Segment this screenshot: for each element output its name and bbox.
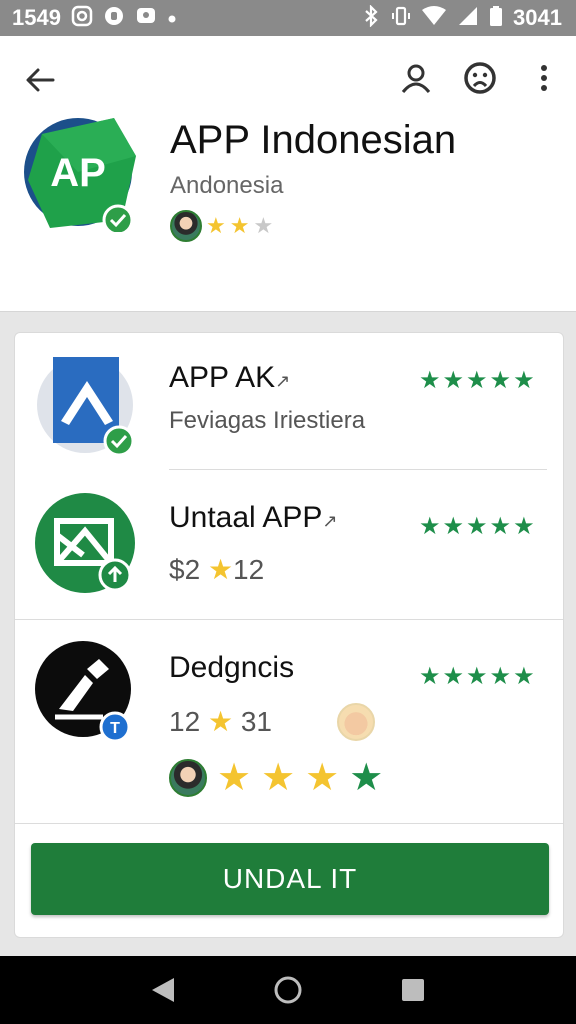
star-icon: ★ <box>419 367 441 394</box>
dedgncis-title: Dedgncis <box>169 651 295 684</box>
star-icon[interactable]: ★ <box>217 759 251 797</box>
star-icon: ★ <box>207 706 234 737</box>
nav-back-button[interactable] <box>145 972 181 1008</box>
star-icon: ★ <box>442 513 465 540</box>
divider <box>15 823 563 824</box>
star-icon: ★ <box>466 367 488 394</box>
untaal-app-rating: ★ ★ ★ ★ ★ <box>419 515 535 539</box>
app-ak-rating: ★ ★ ★ ★ ★ <box>419 369 535 393</box>
signal-icon <box>457 5 479 31</box>
star-icon: ★ <box>489 367 512 394</box>
dedgncis-left-count: 12 <box>169 706 201 737</box>
untaal-app-title: Untaal APP↗ <box>169 501 338 535</box>
install-button[interactable]: UNDAL ІТ <box>31 843 549 915</box>
vibrate-icon <box>391 5 411 31</box>
account-button[interactable] <box>396 58 436 98</box>
dedgncis-user-rating[interactable]: ★ ★ ★ ★ <box>169 759 383 797</box>
nav-home-button[interactable] <box>270 972 306 1008</box>
star-icon: ★ <box>419 663 441 690</box>
chat-icon <box>135 5 157 31</box>
status-bar: 1549 3041 <box>0 0 576 36</box>
untaal-app-icon <box>33 491 137 595</box>
emoji-button[interactable] <box>460 58 500 98</box>
untaal-app-title-suffix: ↗ <box>322 511 338 531</box>
status-time: 1549 <box>12 5 61 30</box>
messenger-icon <box>103 5 125 31</box>
star-icon: ★ <box>207 554 234 585</box>
star-icon: ★ <box>513 367 535 394</box>
bluetooth-icon <box>361 4 381 31</box>
app-header: AP APP Indonesian Andonesia ★ ★ ★ <box>0 36 576 312</box>
user-face-icon <box>337 703 375 741</box>
dedgncis-right-count: 31 <box>240 706 272 737</box>
nav-recents-button[interactable] <box>395 972 431 1008</box>
star-icon: ★ <box>513 663 535 690</box>
battery-icon <box>489 5 503 31</box>
list-item-app-ak[interactable]: APP AK↗ Feviagas Iriestiera ★ ★ ★ ★ ★ <box>15 333 565 471</box>
reviewer-avatar <box>170 210 202 242</box>
star-icon: ★ <box>489 663 512 690</box>
star-icon: ★ <box>442 663 465 690</box>
untaal-app-title-text: Untaal APP <box>169 501 323 534</box>
app-list: APP AK↗ Feviagas Iriestiera ★ ★ ★ ★ ★ Un… <box>14 332 564 938</box>
triangle-back-icon <box>151 978 174 1002</box>
untaal-app-price: $2 <box>169 554 201 585</box>
person-icon <box>401 64 431 93</box>
more-vert-icon <box>541 65 547 91</box>
divider <box>15 619 563 620</box>
app-icon-text: AP <box>50 151 106 195</box>
star-icon: ★ <box>513 513 535 540</box>
status-bar-left: 1549 <box>12 5 177 31</box>
app-ak-title: APP AK↗ <box>169 361 290 395</box>
notification-dot-icon <box>167 8 177 28</box>
star-icon: ★ <box>419 513 441 540</box>
app-subtitle: Andonesia <box>170 172 284 199</box>
status-bar-right: 3041 <box>361 4 562 31</box>
list-item-dedgncis[interactable]: T Dedgncis 12 ★ 31 ★ ★ ★ ★ ★ ★ ★ ★ ★ <box>15 621 565 821</box>
circle-home-icon <box>274 976 302 1004</box>
app-ak-subtitle: Feviagas Iriestiera <box>169 407 366 434</box>
app-ak-icon <box>33 351 137 457</box>
dedgncis-icon: T <box>33 639 137 743</box>
instagram-icon <box>71 5 93 31</box>
untaal-app-rating-value: 12 <box>233 554 265 585</box>
star-icon[interactable]: ★ <box>305 759 339 797</box>
star-icon: ★ <box>442 367 465 394</box>
star-empty-icon: ★ <box>253 213 274 238</box>
star-icon: ★ <box>489 513 512 540</box>
dedgncis-counts: 12 ★ 31 <box>169 705 272 738</box>
star-icon: ★ <box>466 663 488 690</box>
list-item-untaal-app[interactable]: Untaal APP↗ $2 ★12 ★ ★ ★ ★ ★ <box>15 471 565 621</box>
back-button[interactable] <box>20 60 60 100</box>
reviewer-avatar <box>169 759 207 797</box>
star-icon: ★ <box>206 213 226 238</box>
wifi-icon <box>421 5 447 31</box>
dedgncis-rating: ★ ★ ★ ★ ★ <box>419 665 535 689</box>
navigation-bar <box>0 956 576 1024</box>
app-rating: ★ ★ ★ <box>170 210 273 242</box>
star-icon[interactable]: ★ <box>261 759 295 797</box>
face-icon <box>464 62 496 94</box>
arrow-left-icon <box>26 68 55 92</box>
star-icon: ★ <box>466 513 488 540</box>
app-ak-title-text: APP AK <box>169 361 276 394</box>
divider <box>169 469 547 470</box>
status-right-text: 3041 <box>513 5 562 30</box>
more-options-button[interactable] <box>528 58 560 98</box>
star-icon[interactable]: ★ <box>349 759 383 797</box>
svg-text:T: T <box>110 720 120 737</box>
star-icon: ★ <box>229 213 250 238</box>
square-recents-icon <box>402 979 425 1001</box>
app-title: APP Indonesian <box>170 118 457 162</box>
app-ak-title-suffix: ↗ <box>275 371 291 391</box>
app-icon: AP <box>22 116 138 236</box>
untaal-app-price-rating: $2 ★12 <box>169 553 264 586</box>
